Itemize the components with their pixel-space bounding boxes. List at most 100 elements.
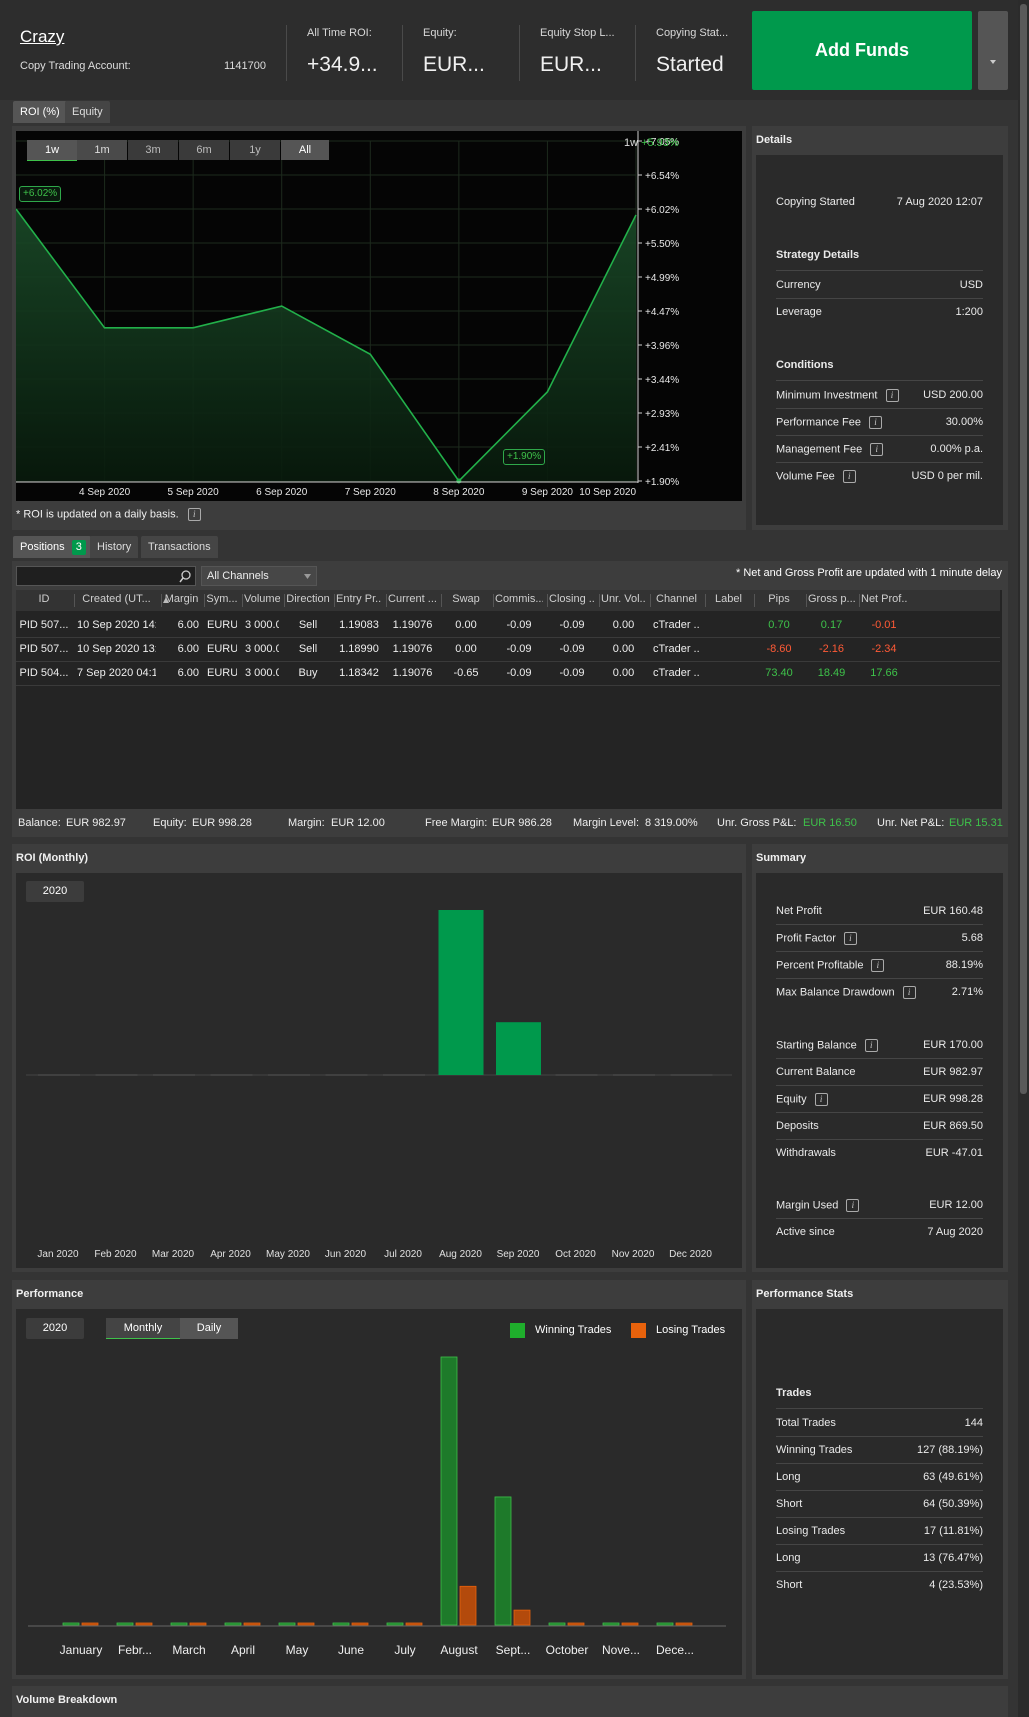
losing-trades-bar[interactable] <box>351 1622 369 1626</box>
losing-trades-bar[interactable] <box>135 1622 153 1626</box>
info-icon[interactable]: i <box>187 508 201 521</box>
winning-trades-bar[interactable] <box>386 1622 404 1626</box>
table-cell: -0.09 <box>559 643 585 655</box>
status-label: Copying Stat... <box>656 27 729 39</box>
winning-trades-bar[interactable] <box>332 1622 350 1626</box>
column-header-11[interactable]: Unr. Vol... <box>601 593 646 605</box>
winning-trades-bar[interactable] <box>602 1622 620 1626</box>
losing-trades-bar[interactable] <box>297 1622 315 1626</box>
range-button-6m[interactable]: 6m <box>179 140 229 160</box>
info-icon[interactable]: i <box>814 1093 828 1106</box>
winning-trades-bar[interactable] <box>656 1622 674 1626</box>
tab-transactions[interactable]: Transactions <box>141 536 218 558</box>
stats-row-value: 4 (23.53%) <box>929 1579 983 1591</box>
table-cell: -2.16 <box>818 643 845 655</box>
roi-monthly-x-label: Oct 2020 <box>555 1249 596 1260</box>
free-margin-value: EUR 986.28 <box>492 817 552 829</box>
stats-row-label: Long <box>776 1471 801 1483</box>
page-scrollbar-thumb[interactable] <box>1020 4 1027 1094</box>
stats-row-value: 17 (11.81%) <box>923 1525 983 1537</box>
sort-asc-icon[interactable] <box>163 597 171 604</box>
gross-pl-label: Unr. Gross P&L: <box>717 817 797 829</box>
column-header-1[interactable]: Created (UT... <box>76 593 157 605</box>
column-header-10[interactable]: Closing ... <box>549 593 595 605</box>
strategy-title-link[interactable]: Crazy <box>20 27 64 47</box>
winning-trades-bar[interactable] <box>494 1496 512 1626</box>
tab-positions-label: Positions <box>20 541 65 553</box>
page-scrollbar-track[interactable] <box>1018 0 1029 1717</box>
stoploss-label: Equity Stop L... <box>540 27 615 39</box>
roi-monthly-x-label: Nov 2020 <box>612 1249 655 1260</box>
positions-search-input[interactable] <box>16 566 196 586</box>
summary-active-since-value: 7 Aug 2020 <box>927 1226 983 1238</box>
range-button-1y[interactable]: 1y <box>230 140 280 160</box>
table-row[interactable]: PID 507... 10 Sep 2020 14:... 6.00 EURU... 3… <box>16 614 1000 638</box>
losing-trades-bar[interactable] <box>405 1622 423 1626</box>
roi-point <box>456 478 462 484</box>
table-row[interactable]: PID 504... 7 Sep 2020 04:1... 6.00 EURU... 3… <box>16 662 1000 686</box>
column-header-4[interactable]: Volume <box>244 593 280 605</box>
copying-started-value: 7 Aug 2020 12:07 <box>896 196 983 208</box>
winning-trades-bar[interactable] <box>62 1622 80 1626</box>
x-tick-label: 5 Sep 2020 <box>168 487 220 498</box>
column-header-13[interactable]: Label <box>707 593 750 605</box>
column-header-16[interactable]: Net Prof... <box>861 593 907 605</box>
losing-trades-bar[interactable] <box>567 1622 585 1626</box>
tab-history[interactable]: History <box>90 536 139 558</box>
column-header-12[interactable]: Channel <box>652 593 701 605</box>
tab-positions[interactable]: Positions 3 <box>13 536 91 558</box>
column-header-8[interactable]: Swap <box>443 593 489 605</box>
tab-equity[interactable]: Equity <box>65 101 110 123</box>
info-icon[interactable]: i <box>843 932 857 945</box>
table-cell: 10 Sep 2020 14:... <box>77 619 156 631</box>
roi-monthly-x-label: Feb 2020 <box>94 1249 137 1260</box>
losing-trades-bar[interactable] <box>675 1622 693 1626</box>
range-button-1w[interactable]: 1w <box>27 140 77 161</box>
y-tick-label: +6.02% <box>645 205 679 216</box>
channel-select[interactable]: All Channels <box>201 566 317 586</box>
losing-trades-bar[interactable] <box>243 1622 261 1626</box>
column-header-7[interactable]: Current ... <box>388 593 437 605</box>
info-icon[interactable]: i <box>842 470 856 483</box>
header-bar: Crazy Copy Trading Account: 1141700 All … <box>0 0 1018 100</box>
table-row[interactable]: PID 507... 10 Sep 2020 13:... 6.00 EURU... 3… <box>16 638 1000 662</box>
winning-trades-bar[interactable] <box>116 1622 134 1626</box>
net-pl-value: EUR 15.31 <box>949 817 1003 829</box>
tab-roi[interactable]: ROI (%) <box>13 101 67 123</box>
losing-trades-bar[interactable] <box>459 1585 477 1626</box>
column-header-3[interactable]: Sym... <box>206 593 238 605</box>
equity-label: Equity: <box>423 27 457 39</box>
roi-monthly-bar[interactable] <box>438 910 484 1075</box>
column-header-5[interactable]: Direction <box>286 593 330 605</box>
table-cell: 0.00 <box>612 667 635 679</box>
column-header-6[interactable]: Entry Pr... <box>336 593 382 605</box>
performance-fee-value: 30.00% <box>945 416 983 428</box>
column-header-14[interactable]: Pips <box>756 593 802 605</box>
column-header-0[interactable]: ID <box>18 593 70 605</box>
winning-trades-bar[interactable] <box>170 1622 188 1626</box>
range-button-all[interactable]: All <box>281 140 329 160</box>
losing-trades-bar[interactable] <box>81 1622 99 1626</box>
winning-trades-bar[interactable] <box>548 1622 566 1626</box>
roi-line-chart[interactable]: +7.05%+6.54%+6.02%+5.50%+4.99%+4.47%+3.9… <box>15 131 742 501</box>
roi-note-text: * ROI is updated on a daily basis. <box>16 508 179 521</box>
roi-monthly-x-label: Jan 2020 <box>37 1249 79 1260</box>
winning-trades-bar[interactable] <box>440 1356 458 1626</box>
column-header-9[interactable]: Commis... <box>495 593 543 605</box>
info-icon[interactable]: i <box>864 1039 878 1052</box>
summary-margin-used-value: EUR 12.00 <box>929 1199 983 1211</box>
stats-row-value: 64 (50.39%) <box>923 1498 983 1510</box>
info-icon[interactable]: i <box>846 1199 860 1212</box>
losing-trades-bar[interactable] <box>513 1609 531 1626</box>
add-funds-button[interactable]: Add Funds <box>752 11 972 90</box>
range-button-3m[interactable]: 3m <box>128 140 178 160</box>
roi-monthly-bar[interactable] <box>496 1022 541 1075</box>
losing-trades-bar[interactable] <box>189 1622 207 1626</box>
losing-trades-bar[interactable] <box>621 1622 639 1626</box>
range-button-1m[interactable]: 1m <box>77 140 127 160</box>
column-header-15[interactable]: Gross p... <box>808 593 855 605</box>
performance-x-label: Febr... <box>118 1643 152 1657</box>
winning-trades-bar[interactable] <box>224 1622 242 1626</box>
winning-trades-bar[interactable] <box>278 1622 296 1626</box>
add-funds-dropdown-button[interactable] <box>978 11 1008 90</box>
